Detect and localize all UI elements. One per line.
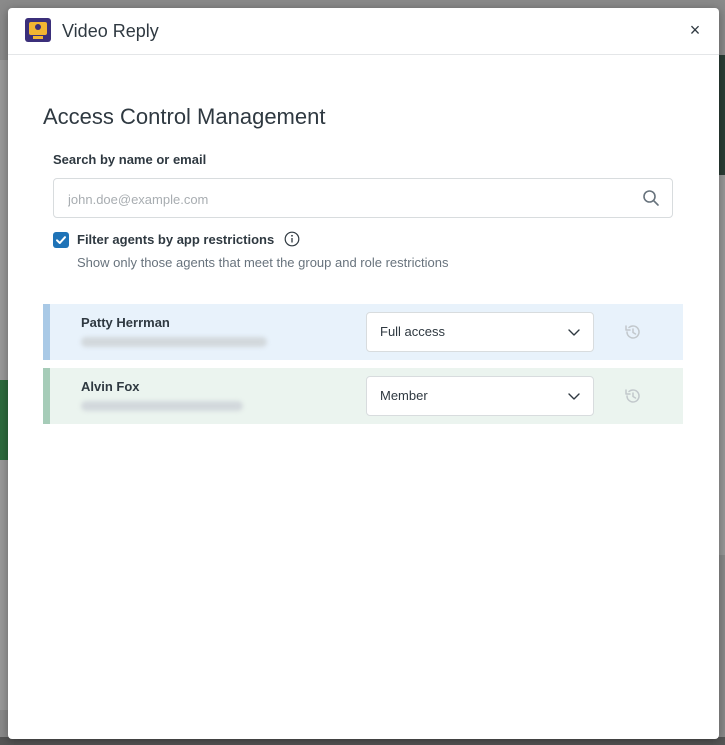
app-logo-icon xyxy=(25,18,51,42)
chevron-down-icon xyxy=(568,393,580,400)
row-accent xyxy=(43,368,50,424)
filter-label[interactable]: Filter agents by app restrictions xyxy=(77,232,274,247)
filter-checkbox[interactable] xyxy=(53,232,69,248)
info-icon[interactable] xyxy=(284,231,300,247)
agent-name: Alvin Fox xyxy=(81,379,140,394)
modal-title: Video Reply xyxy=(62,21,159,41)
search-input[interactable] xyxy=(66,188,630,210)
background-panel xyxy=(719,175,725,555)
role-value: Member xyxy=(380,388,428,403)
role-value: Full access xyxy=(380,324,446,339)
page-title: Access Control Management xyxy=(43,104,326,129)
history-icon[interactable] xyxy=(623,322,643,342)
agent-email-redacted xyxy=(81,401,243,411)
modal-header: Video Reply × xyxy=(8,8,719,55)
role-dropdown[interactable]: Member xyxy=(366,376,594,416)
agent-email-redacted xyxy=(81,337,267,347)
access-control-modal: Video Reply × Access Control Management … xyxy=(8,8,719,739)
background-panel xyxy=(0,380,8,460)
history-icon[interactable] xyxy=(623,386,643,406)
role-dropdown[interactable]: Full access xyxy=(366,312,594,352)
search-box[interactable] xyxy=(53,178,673,218)
background-panel xyxy=(719,55,725,175)
filter-hint: Show only those agents that meet the gro… xyxy=(77,255,449,270)
close-icon[interactable]: × xyxy=(685,20,705,40)
row-accent xyxy=(43,304,50,360)
search-icon[interactable] xyxy=(642,189,660,207)
chevron-down-icon xyxy=(568,329,580,336)
agent-row: Patty Herrman Full access xyxy=(43,304,683,360)
agent-row: Alvin Fox Member xyxy=(43,368,683,424)
search-label: Search by name or email xyxy=(53,152,207,167)
agent-name: Patty Herrman xyxy=(81,315,170,330)
